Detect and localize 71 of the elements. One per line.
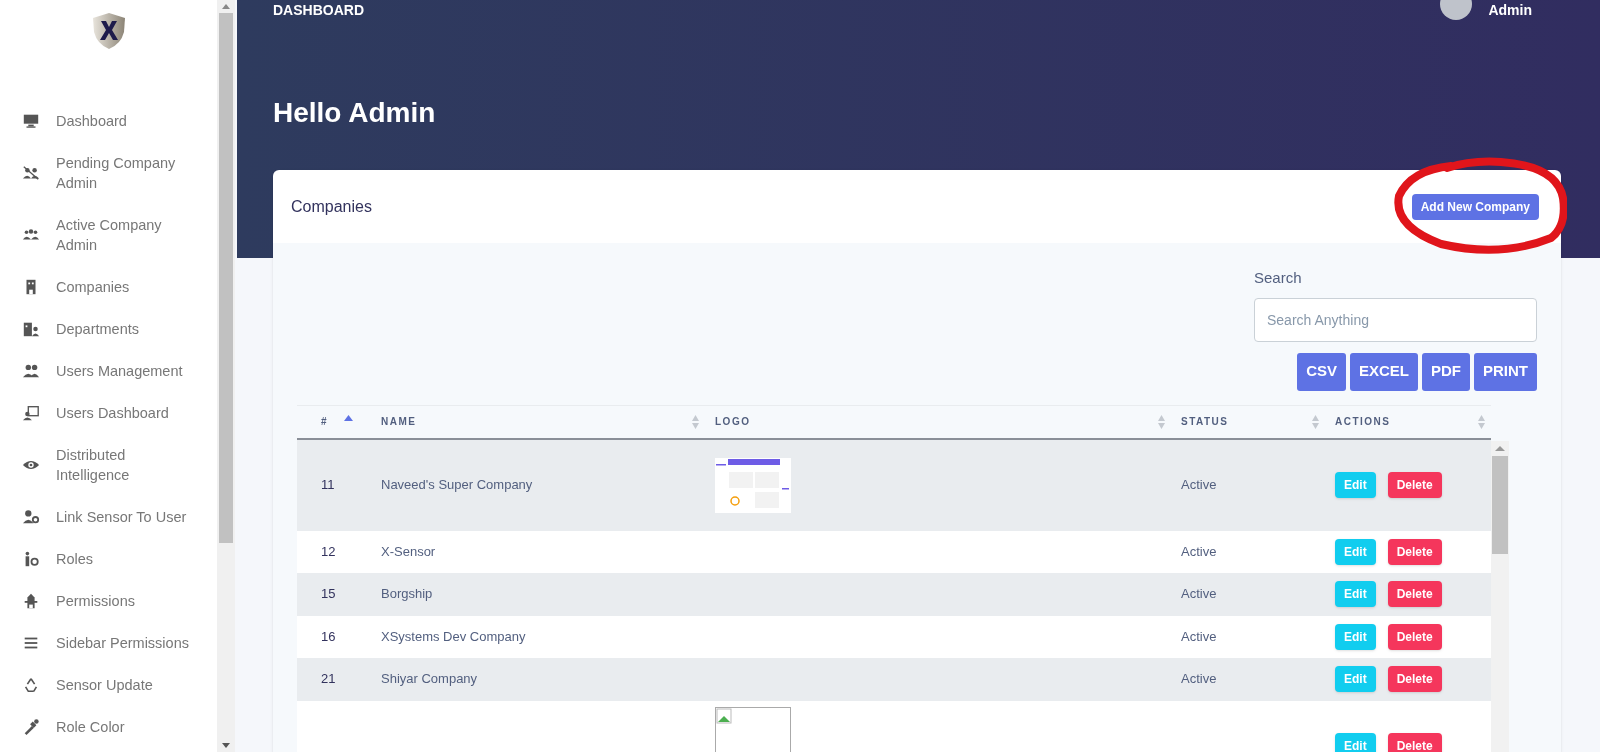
sort-icon[interactable] bbox=[1478, 414, 1485, 429]
delete-button[interactable]: Delete bbox=[1387, 732, 1442, 752]
greeting: Hello Admin bbox=[273, 96, 437, 126]
sidebar-item[interactable]: Users Management bbox=[0, 350, 217, 392]
sidebar-item[interactable]: Dashboard bbox=[0, 100, 217, 142]
status-text: Active bbox=[1181, 628, 1217, 644]
sidebar-item[interactable]: Departments bbox=[0, 308, 217, 350]
column-header[interactable]: LOGO bbox=[715, 414, 751, 429]
sidebar-item[interactable]: Role Color bbox=[0, 706, 217, 748]
column-header[interactable]: NAME bbox=[381, 414, 417, 429]
users-icon bbox=[22, 362, 40, 380]
add-company-button[interactable]: Add New Company bbox=[1411, 193, 1539, 220]
user-name[interactable]: Admin bbox=[1488, 2, 1532, 18]
sidebar-item[interactable]: Link Sensor To User bbox=[0, 496, 217, 538]
scrollbar[interactable] bbox=[217, 0, 235, 752]
monitor-icon bbox=[22, 112, 40, 130]
eyedropper-icon bbox=[22, 718, 40, 736]
sidebar-item[interactable]: Active Company Admin bbox=[0, 204, 217, 266]
sidebar-item[interactable]: Distributed Intelligence bbox=[0, 434, 217, 496]
company-name: Naveed's Super Company bbox=[381, 477, 533, 493]
row-number: 21 bbox=[321, 671, 336, 687]
status-text: Active bbox=[1181, 543, 1217, 559]
search-field[interactable]: Search Anything bbox=[1254, 297, 1537, 342]
sidebar-item[interactable]: Sidebar Permissions bbox=[0, 622, 217, 664]
column-header[interactable]: # bbox=[321, 414, 329, 429]
row-number: 12 bbox=[321, 543, 336, 559]
company-name: XSystems Dev Company bbox=[381, 628, 526, 644]
page-title: DASHBOARD bbox=[273, 2, 364, 18]
scroll-down-icon[interactable] bbox=[222, 743, 230, 748]
building-user-icon bbox=[22, 320, 40, 338]
sort-icon[interactable] bbox=[1312, 414, 1319, 429]
scroll-up-icon[interactable] bbox=[222, 4, 230, 9]
export-button[interactable]: EXCEL bbox=[1350, 352, 1418, 391]
sidebar-item[interactable]: Sensor Update bbox=[0, 664, 217, 706]
sidebar-item[interactable]: Permissions bbox=[0, 580, 217, 622]
delete-button[interactable]: Delete bbox=[1387, 581, 1442, 607]
export-button[interactable]: CSV bbox=[1297, 352, 1346, 391]
users-slash-icon bbox=[22, 164, 40, 182]
table-scrollbar[interactable] bbox=[1491, 440, 1509, 752]
shield-logo-icon bbox=[91, 12, 126, 50]
user-gear-icon bbox=[22, 508, 40, 526]
sort-ascending-icon[interactable] bbox=[344, 414, 353, 421]
scroll-up-icon[interactable] bbox=[1495, 445, 1505, 451]
export-button[interactable]: PDF bbox=[1422, 352, 1470, 391]
user-screen-icon bbox=[22, 404, 40, 422]
column-header[interactable]: ACTIONS bbox=[1335, 414, 1391, 429]
sort-icon[interactable] bbox=[692, 414, 699, 429]
company-name: Shiyar Company bbox=[381, 671, 478, 687]
status-text: Active bbox=[1181, 477, 1217, 493]
sidebar-item[interactable]: Companies bbox=[0, 266, 217, 308]
row-number: 11 bbox=[321, 477, 335, 493]
card-title: Companies bbox=[291, 196, 372, 217]
delete-button[interactable]: Delete bbox=[1387, 538, 1442, 565]
sort-icon[interactable] bbox=[1158, 414, 1165, 429]
delete-button[interactable]: Delete bbox=[1387, 666, 1442, 692]
sidebar-item[interactable]: Pending Company Admin bbox=[0, 142, 217, 204]
company-name: X-Sensor bbox=[381, 543, 436, 559]
export-button[interactable]: PRINT bbox=[1474, 352, 1537, 391]
row-number: 15 bbox=[321, 586, 336, 602]
company-name: Borgship bbox=[381, 586, 433, 602]
sidebar-item[interactable]: Users Dashboard bbox=[0, 392, 217, 434]
sidebar-item[interactable]: Roles bbox=[0, 538, 217, 580]
search-label: Search bbox=[1254, 268, 1303, 288]
delete-button[interactable]: Delete bbox=[1387, 472, 1442, 498]
status-text: Active bbox=[1181, 671, 1217, 687]
delete-button[interactable]: Delete bbox=[1387, 623, 1442, 650]
scrollbar-thumb[interactable] bbox=[219, 13, 233, 543]
column-header[interactable]: STATUS bbox=[1181, 414, 1229, 429]
scrollbar-thumb[interactable] bbox=[1492, 455, 1508, 554]
row-number: 16 bbox=[321, 628, 336, 644]
status-text: Active bbox=[1181, 586, 1217, 602]
